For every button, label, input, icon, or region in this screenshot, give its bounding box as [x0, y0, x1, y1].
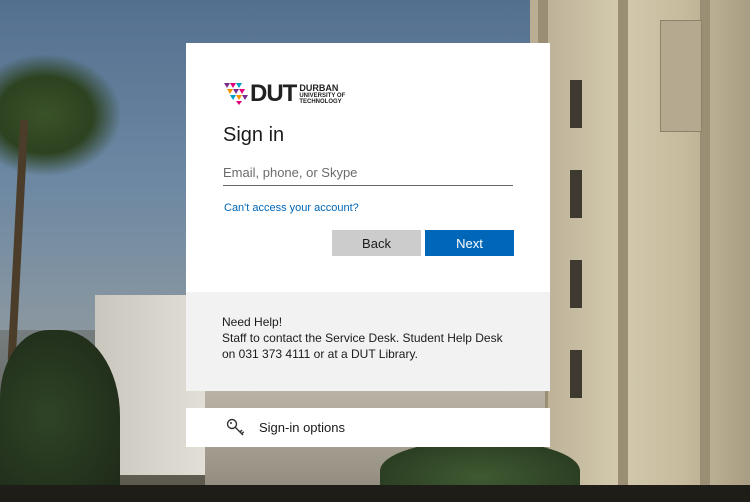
back-button[interactable]: Back	[332, 230, 421, 256]
signin-options-button[interactable]: Sign-in options	[186, 408, 550, 447]
ground	[0, 485, 750, 502]
next-button[interactable]: Next	[425, 230, 514, 256]
logo-subtitle: DURBAN UNIVERSITY OF TECHNOLOGY	[299, 82, 345, 105]
signin-options-label: Sign-in options	[259, 420, 345, 435]
help-line2: on 031 373 4111 or at a DUT Library.	[222, 347, 418, 361]
logo-line1: DURBAN	[299, 82, 339, 93]
trees-left	[0, 330, 120, 502]
building-right	[530, 0, 750, 502]
help-panel: Need Help! Staff to contact the Service …	[186, 292, 550, 391]
key-icon	[226, 418, 245, 435]
page-title: Sign in	[223, 124, 285, 146]
email-field[interactable]	[223, 159, 513, 186]
logo-line3: TECHNOLOGY	[299, 98, 342, 105]
signin-card: DUT DURBAN UNIVERSITY OF TECHNOLOGY Sign…	[186, 43, 550, 292]
logo-mark: DUT	[250, 80, 297, 107]
help-line1: Staff to contact the Service Desk. Stude…	[222, 331, 503, 345]
cant-access-link[interactable]: Can't access your account?	[224, 202, 359, 214]
help-heading: Need Help!	[222, 315, 283, 329]
dut-logo: DUT DURBAN UNIVERSITY OF TECHNOLOGY	[224, 81, 345, 107]
logo-triangles-icon	[224, 83, 248, 105]
